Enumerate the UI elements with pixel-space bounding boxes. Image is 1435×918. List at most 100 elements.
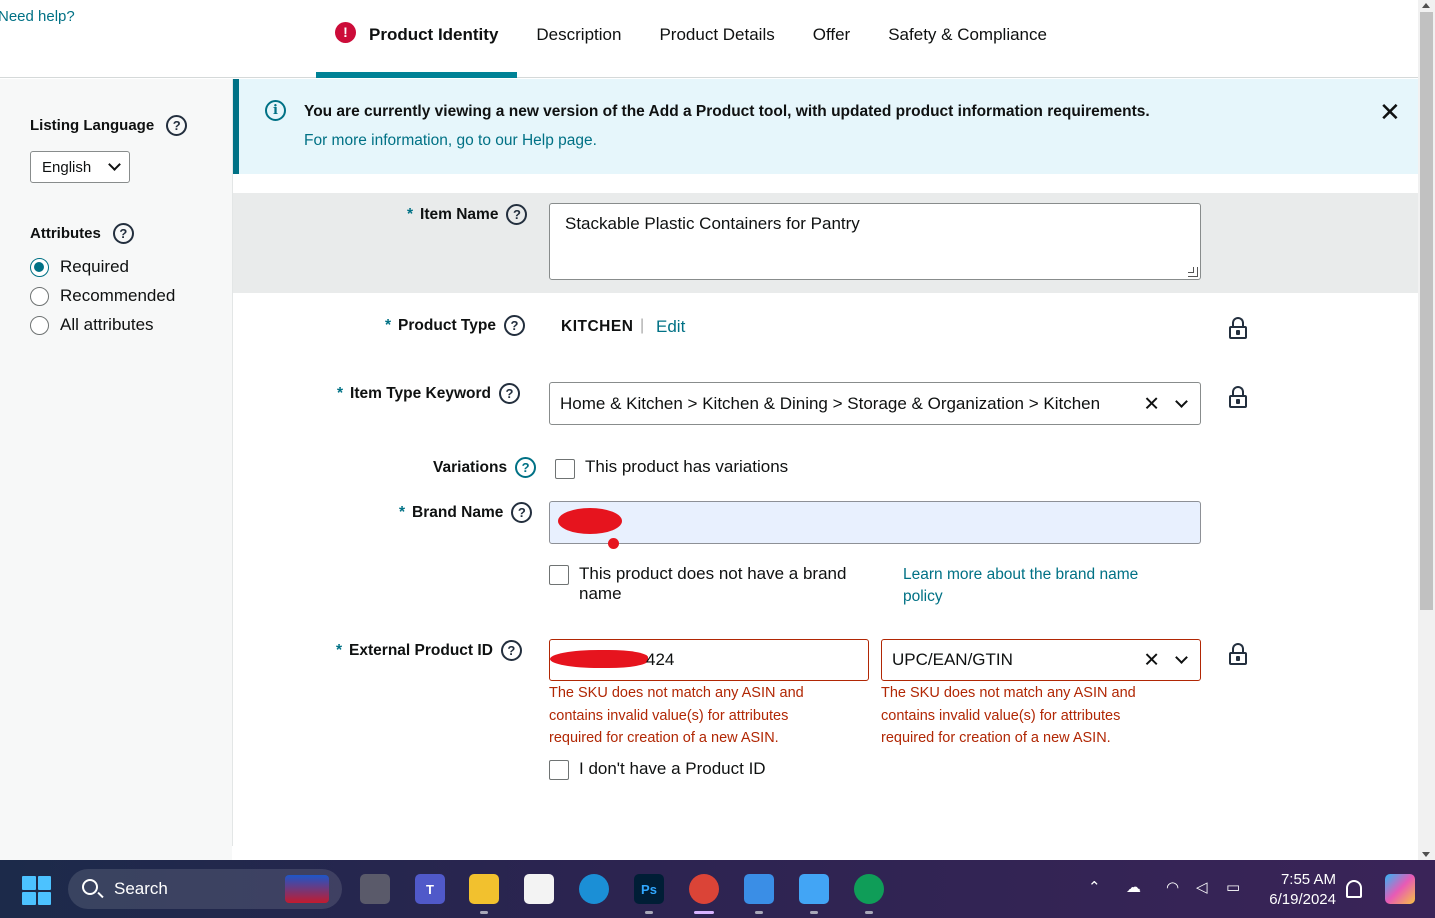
item-name-label: * Item Name ? — [407, 204, 528, 225]
banner-help-link[interactable]: For more information, go to our Help pag… — [304, 132, 597, 150]
windows-icon[interactable] — [22, 876, 51, 905]
lock-icon[interactable] — [1229, 317, 1247, 339]
clock-time: 7:55 AM — [1280, 871, 1336, 888]
volume-icon[interactable]: ◁ — [1196, 878, 1208, 896]
id-type-select[interactable]: UPC/EAN/GTIN ✕ — [881, 639, 1201, 681]
external-product-id-value: 424 — [646, 650, 675, 669]
label-text: Brand Name — [412, 503, 504, 521]
tab-label: Product Identity — [369, 25, 499, 44]
product-type-label: * Product Type ? — [385, 315, 525, 336]
photos-icon[interactable] — [744, 874, 774, 904]
variations-checkbox[interactable] — [555, 459, 575, 479]
vertical-scrollbar[interactable] — [1418, 0, 1435, 860]
brand-name-label: * Brand Name ? — [399, 502, 533, 523]
help-icon[interactable]: ? — [112, 223, 134, 244]
chrome-icon[interactable] — [689, 874, 719, 904]
product-type-value: KITCHEN — [561, 318, 634, 335]
help-icon[interactable]: ? — [503, 315, 525, 336]
tab-safety-compliance[interactable]: Safety & Compliance — [869, 0, 1066, 78]
notepad-icon[interactable] — [799, 874, 829, 904]
radio-label: All attributes — [60, 315, 154, 334]
external-product-id-label: * External Product ID ? — [336, 640, 522, 661]
help-icon[interactable]: ? — [511, 502, 533, 523]
main-form-area: i You are currently viewing a new versio… — [232, 79, 1419, 846]
task-view-icon[interactable] — [360, 874, 390, 904]
listing-language-label: Listing Language — [30, 117, 155, 134]
need-help-link[interactable]: Need help? — [0, 8, 75, 25]
battery-icon[interactable]: ▭ — [1226, 878, 1240, 896]
banner-title: You are currently viewing a new version … — [304, 103, 1150, 120]
radio-button[interactable] — [30, 286, 49, 306]
language-select[interactable]: English — [30, 151, 130, 183]
help-icon[interactable]: ? — [500, 640, 522, 661]
taskbar: Search T Ps ⌃ ☁ ◠ ◁ ▭ 7:55 AM 6/19/2024 — [0, 860, 1435, 918]
wifi-icon[interactable]: ◠ — [1166, 878, 1179, 896]
system-clock[interactable]: 7:55 AM 6/19/2024 — [1254, 870, 1336, 910]
close-icon[interactable]: ✕ — [1379, 97, 1401, 128]
brand-name-input[interactable] — [549, 501, 1201, 549]
onedrive-icon[interactable]: ☁ — [1126, 878, 1141, 896]
edge-icon[interactable] — [579, 874, 609, 904]
radio-required[interactable]: Required — [30, 257, 129, 277]
scroll-down-icon[interactable] — [1422, 852, 1430, 857]
teams-icon[interactable]: T — [415, 874, 445, 904]
lock-icon[interactable] — [1229, 386, 1247, 408]
variations-checkbox-label: This product has variations — [585, 457, 789, 476]
active-indicator — [694, 911, 714, 914]
radio-recommended[interactable]: Recommended — [30, 286, 175, 306]
help-icon[interactable]: ? — [506, 204, 528, 225]
item-name-value: Stackable Plastic Containers for Pantry — [565, 214, 860, 233]
tab-label: Product Details — [659, 25, 775, 44]
tab-offer[interactable]: Offer — [794, 0, 869, 78]
chevron-down-icon[interactable] — [1175, 651, 1188, 664]
required-star: * — [399, 503, 406, 521]
copilot-icon[interactable] — [1385, 874, 1415, 904]
radio-all-attributes[interactable]: All attributes — [30, 315, 154, 335]
file-explorer-icon[interactable] — [469, 874, 499, 904]
scroll-up-icon[interactable] — [1422, 3, 1430, 8]
required-star: * — [385, 316, 392, 334]
photoshop-icon[interactable]: Ps — [634, 874, 664, 904]
tab-description[interactable]: Description — [517, 0, 640, 78]
separator: | — [640, 317, 645, 334]
item-type-keyword-select[interactable]: Home & Kitchen > Kitchen & Dining > Stor… — [549, 382, 1201, 425]
product-type-edit-link[interactable]: Edit — [656, 317, 685, 337]
external-id-error: The SKU does not match any ASIN and cont… — [549, 685, 804, 746]
search-placeholder: Search — [114, 879, 168, 898]
no-product-id-checkbox-label: I don't have a Product ID — [579, 759, 766, 778]
tab-label: Safety & Compliance — [888, 25, 1047, 44]
brand-policy-link[interactable]: Learn more about the brand name policy — [903, 564, 1173, 608]
help-icon[interactable]: ? — [166, 115, 188, 136]
scroll-thumb[interactable] — [1420, 12, 1433, 610]
external-product-id-input[interactable]: 424 — [549, 639, 869, 681]
running-indicator — [810, 911, 818, 914]
show-hidden-icons-icon[interactable]: ⌃ — [1088, 878, 1101, 896]
clock-date: 6/19/2024 — [1269, 891, 1336, 908]
notification-bell-icon[interactable] — [1346, 880, 1362, 898]
tab-product-details[interactable]: Product Details — [640, 0, 793, 78]
chrome-profile-icon[interactable] — [854, 874, 884, 904]
clear-icon[interactable]: ✕ — [1143, 648, 1160, 673]
radio-button[interactable] — [30, 257, 49, 277]
no-brand-checkbox-label: This product does not have a brand name — [579, 564, 847, 603]
radio-button[interactable] — [30, 315, 49, 335]
tab-product-identity[interactable]: ! Product Identity — [316, 0, 518, 78]
required-star: * — [337, 384, 344, 402]
help-icon[interactable]: ? — [515, 457, 537, 478]
store-icon[interactable] — [524, 874, 554, 904]
listing-language-heading: Listing Language ? — [30, 115, 188, 136]
item-type-keyword-label: * Item Type Keyword ? — [337, 383, 521, 404]
no-product-id-checkbox[interactable] — [549, 760, 569, 780]
running-indicator — [645, 911, 653, 914]
lock-icon[interactable] — [1229, 643, 1247, 665]
resize-handle-icon[interactable] — [1188, 267, 1198, 277]
clear-icon[interactable]: ✕ — [1143, 391, 1160, 416]
id-type-value: UPC/EAN/GTIN — [892, 650, 1013, 669]
attributes-label: Attributes — [30, 225, 101, 242]
chevron-down-icon[interactable] — [1175, 394, 1188, 408]
item-name-input[interactable]: Stackable Plastic Containers for Pantry — [549, 203, 1201, 280]
taskbar-search[interactable]: Search — [68, 869, 342, 909]
error-icon: ! — [335, 21, 356, 43]
help-icon[interactable]: ? — [499, 383, 521, 404]
no-brand-checkbox[interactable] — [549, 565, 569, 585]
